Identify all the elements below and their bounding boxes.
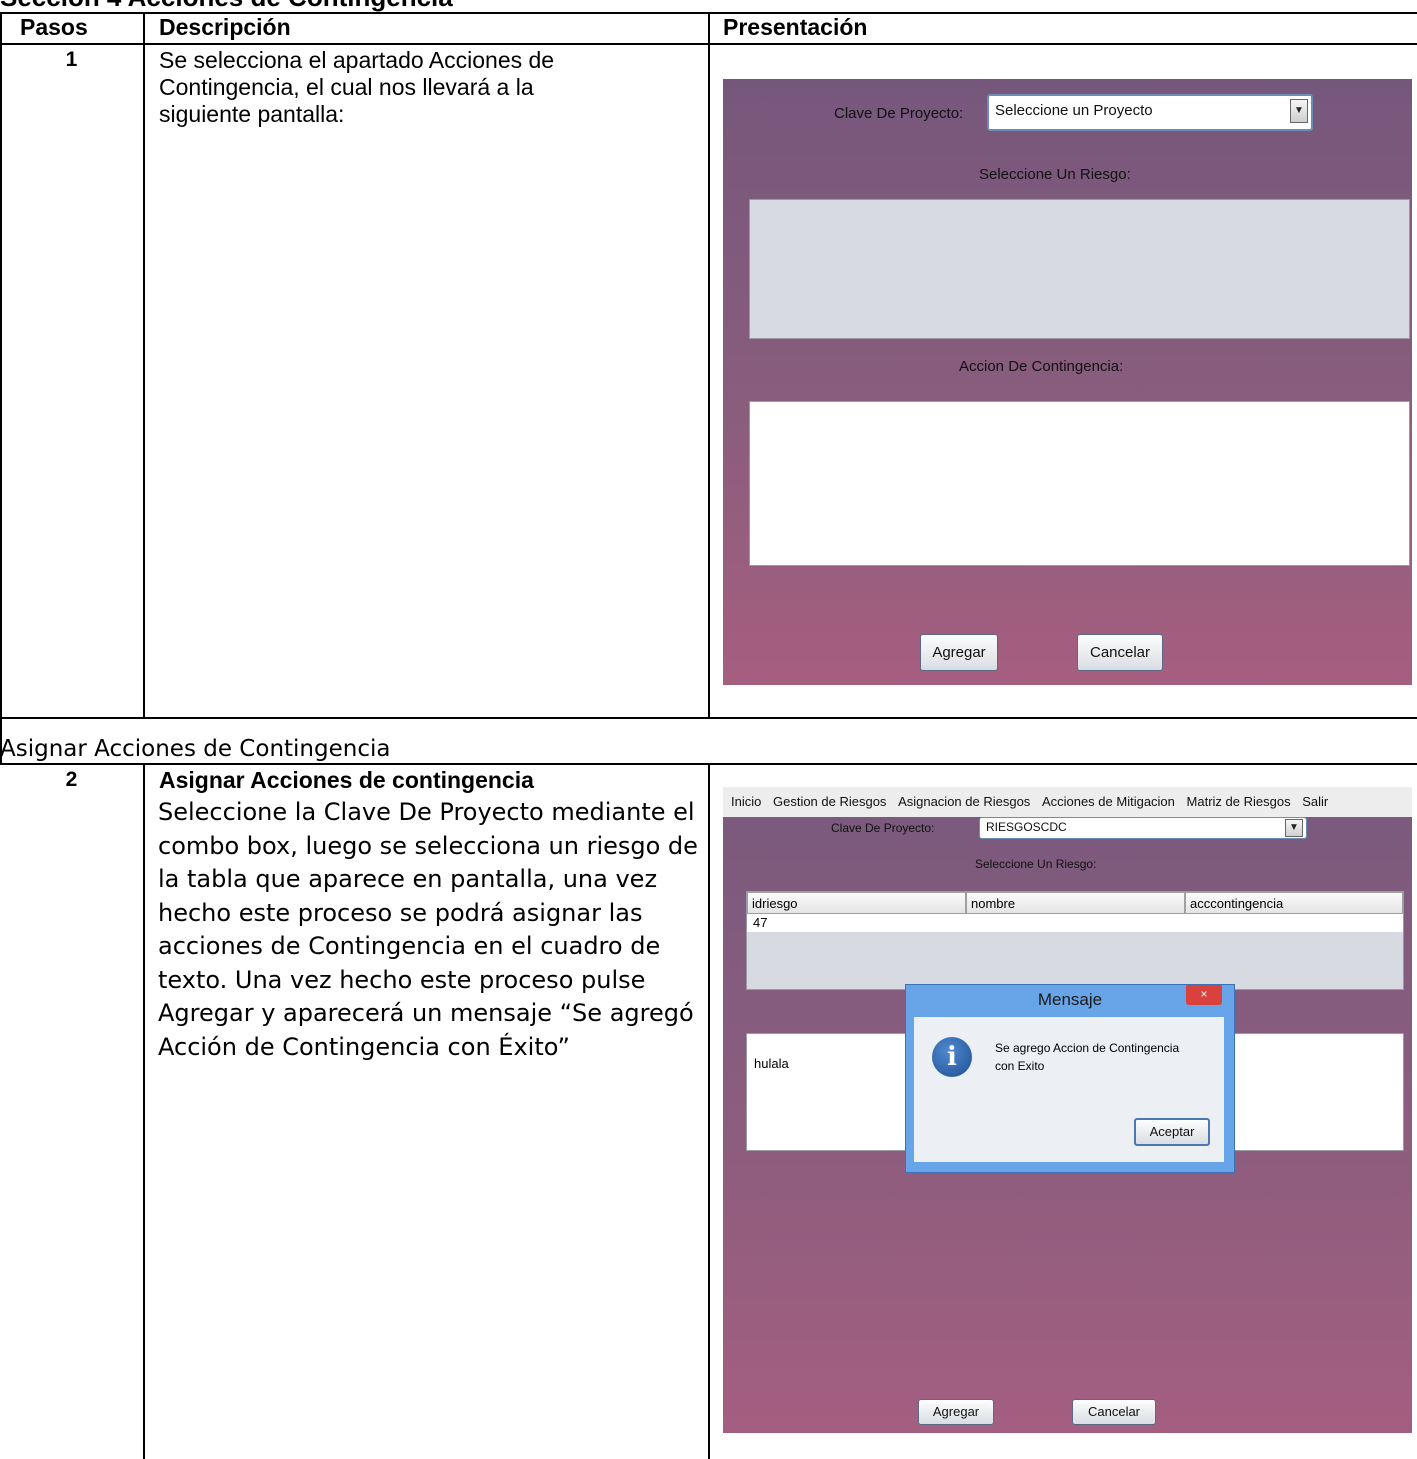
step-number-1: 1: [65, 48, 78, 71]
step2-line: Seleccione la Clave De Proyecto mediante…: [158, 798, 695, 826]
section-label: Asignar Acciones de Contingencia: [0, 736, 391, 762]
riesgos-table[interactable]: idriesgo nombre acccontingencia 47: [746, 891, 1404, 990]
step1-line: Contingencia, el cual nos llevará a la: [159, 74, 534, 100]
column-header-nombre[interactable]: nombre: [966, 892, 1185, 914]
menu-item-acciones-mitigacion[interactable]: Acciones de Mitigacion: [1042, 794, 1175, 809]
step2-line: Agregar y aparecerá un mensaje “Se agreg…: [158, 999, 694, 1027]
menu-item-salir[interactable]: Salir: [1302, 794, 1328, 809]
step2-heading: Asignar Acciones de contingencia: [159, 767, 534, 793]
table-left-border: [0, 12, 2, 718]
step2-line: combo box, luego se selecciona un riesgo…: [158, 831, 698, 860]
column-divider-2-row2: [708, 763, 710, 1459]
column-divider-1-row2: [143, 763, 145, 1459]
step2-line: Acción de Contingencia con Éxito”: [158, 1032, 570, 1061]
proyecto-combo[interactable]: Seleccione un Proyecto ▼: [987, 94, 1313, 131]
accion-textarea[interactable]: [749, 401, 1410, 566]
proyecto-combo-value: RIESGOSCDC: [986, 820, 1067, 834]
riesgos-table-area[interactable]: [749, 199, 1410, 339]
step2-line: hecho este proceso se podrá asignar las: [158, 898, 643, 927]
dialog-body: i Se agrego Accion de Contingencia con E…: [914, 1017, 1224, 1162]
menu-item-matriz-riesgos[interactable]: Matriz de Riesgos: [1187, 794, 1291, 809]
clave-proyecto-label: Clave De Proyecto:: [831, 821, 935, 835]
cancelar-button[interactable]: Cancelar: [1077, 634, 1163, 671]
step1-line: Se selecciona el apartado Acciones de: [159, 47, 555, 73]
dialog-title: Mensaje: [1037, 990, 1103, 1009]
agregar-button[interactable]: Agregar: [918, 1399, 994, 1425]
step2-line: acciones de Contingencia en el cuadro de: [158, 932, 661, 960]
dialog-message: Se agrego Accion de Contingencia con Exi…: [995, 1039, 1179, 1075]
header-descripcion: Descripción: [159, 14, 291, 40]
accion-contingencia-label: Accion De Contingencia:: [959, 358, 1124, 375]
dialog-message-line: Se agrego Accion de Contingencia: [995, 1041, 1180, 1055]
header-pasos: Pasos: [20, 14, 88, 40]
step2-line: la tabla que aparece en pantalla, una ve…: [158, 865, 658, 893]
seleccione-riesgo-label: Seleccione Un Riesgo:: [979, 166, 1131, 183]
textarea-value: hulala: [754, 1056, 789, 1071]
header-presentacion: Presentación: [723, 14, 868, 40]
menu-bar: Inicio Gestion de Riesgos Asignacion de …: [723, 787, 1412, 817]
screenshot-acciones-contingencia-form: Clave De Proyecto: Seleccione un Proyect…: [723, 79, 1412, 685]
close-icon[interactable]: ×: [1186, 985, 1222, 1005]
info-icon: i: [932, 1037, 972, 1077]
agregar-button[interactable]: Agregar: [920, 634, 998, 671]
cancelar-button[interactable]: Cancelar: [1072, 1399, 1156, 1425]
cell-idriesgo: 47: [753, 915, 768, 930]
step1-description: Se selecciona el apartado Acciones de Co…: [159, 47, 554, 128]
aceptar-button[interactable]: Aceptar: [1134, 1118, 1210, 1146]
step2-description: Seleccione la Clave De Proyecto mediante…: [158, 796, 698, 1064]
proyecto-combo[interactable]: RIESGOSCDC ▼: [979, 817, 1307, 839]
table-row[interactable]: 47: [747, 914, 1403, 932]
menu-item-inicio[interactable]: Inicio: [731, 794, 761, 809]
proyecto-combo-value: Seleccione un Proyecto: [995, 102, 1153, 119]
chevron-down-icon[interactable]: ▼: [1290, 99, 1308, 123]
message-dialog: Mensaje × i Se agrego Accion de Continge…: [905, 984, 1235, 1173]
step1-line: siguiente pantalla:: [159, 101, 345, 127]
chevron-down-icon[interactable]: ▼: [1285, 819, 1303, 837]
menu-item-gestion-riesgos[interactable]: Gestion de Riesgos: [773, 794, 886, 809]
dialog-message-line: con Exito: [995, 1059, 1045, 1073]
step2-line: texto. Una vez hecho este proceso pulse: [158, 965, 646, 994]
step-number-2: 2: [65, 768, 78, 791]
column-header-acccontingencia[interactable]: acccontingencia: [1185, 892, 1403, 914]
seleccione-riesgo-label: Seleccione Un Riesgo:: [975, 857, 1097, 871]
column-divider-1: [143, 12, 145, 718]
column-divider-2: [708, 12, 710, 718]
screenshot-confirmation: Inicio Gestion de Riesgos Asignacion de …: [723, 787, 1412, 1433]
menu-item-asignacion-riesgos[interactable]: Asignacion de Riesgos: [898, 794, 1030, 809]
column-header-idriesgo[interactable]: idriesgo: [747, 892, 966, 914]
clave-proyecto-label: Clave De Proyecto:: [834, 105, 964, 122]
